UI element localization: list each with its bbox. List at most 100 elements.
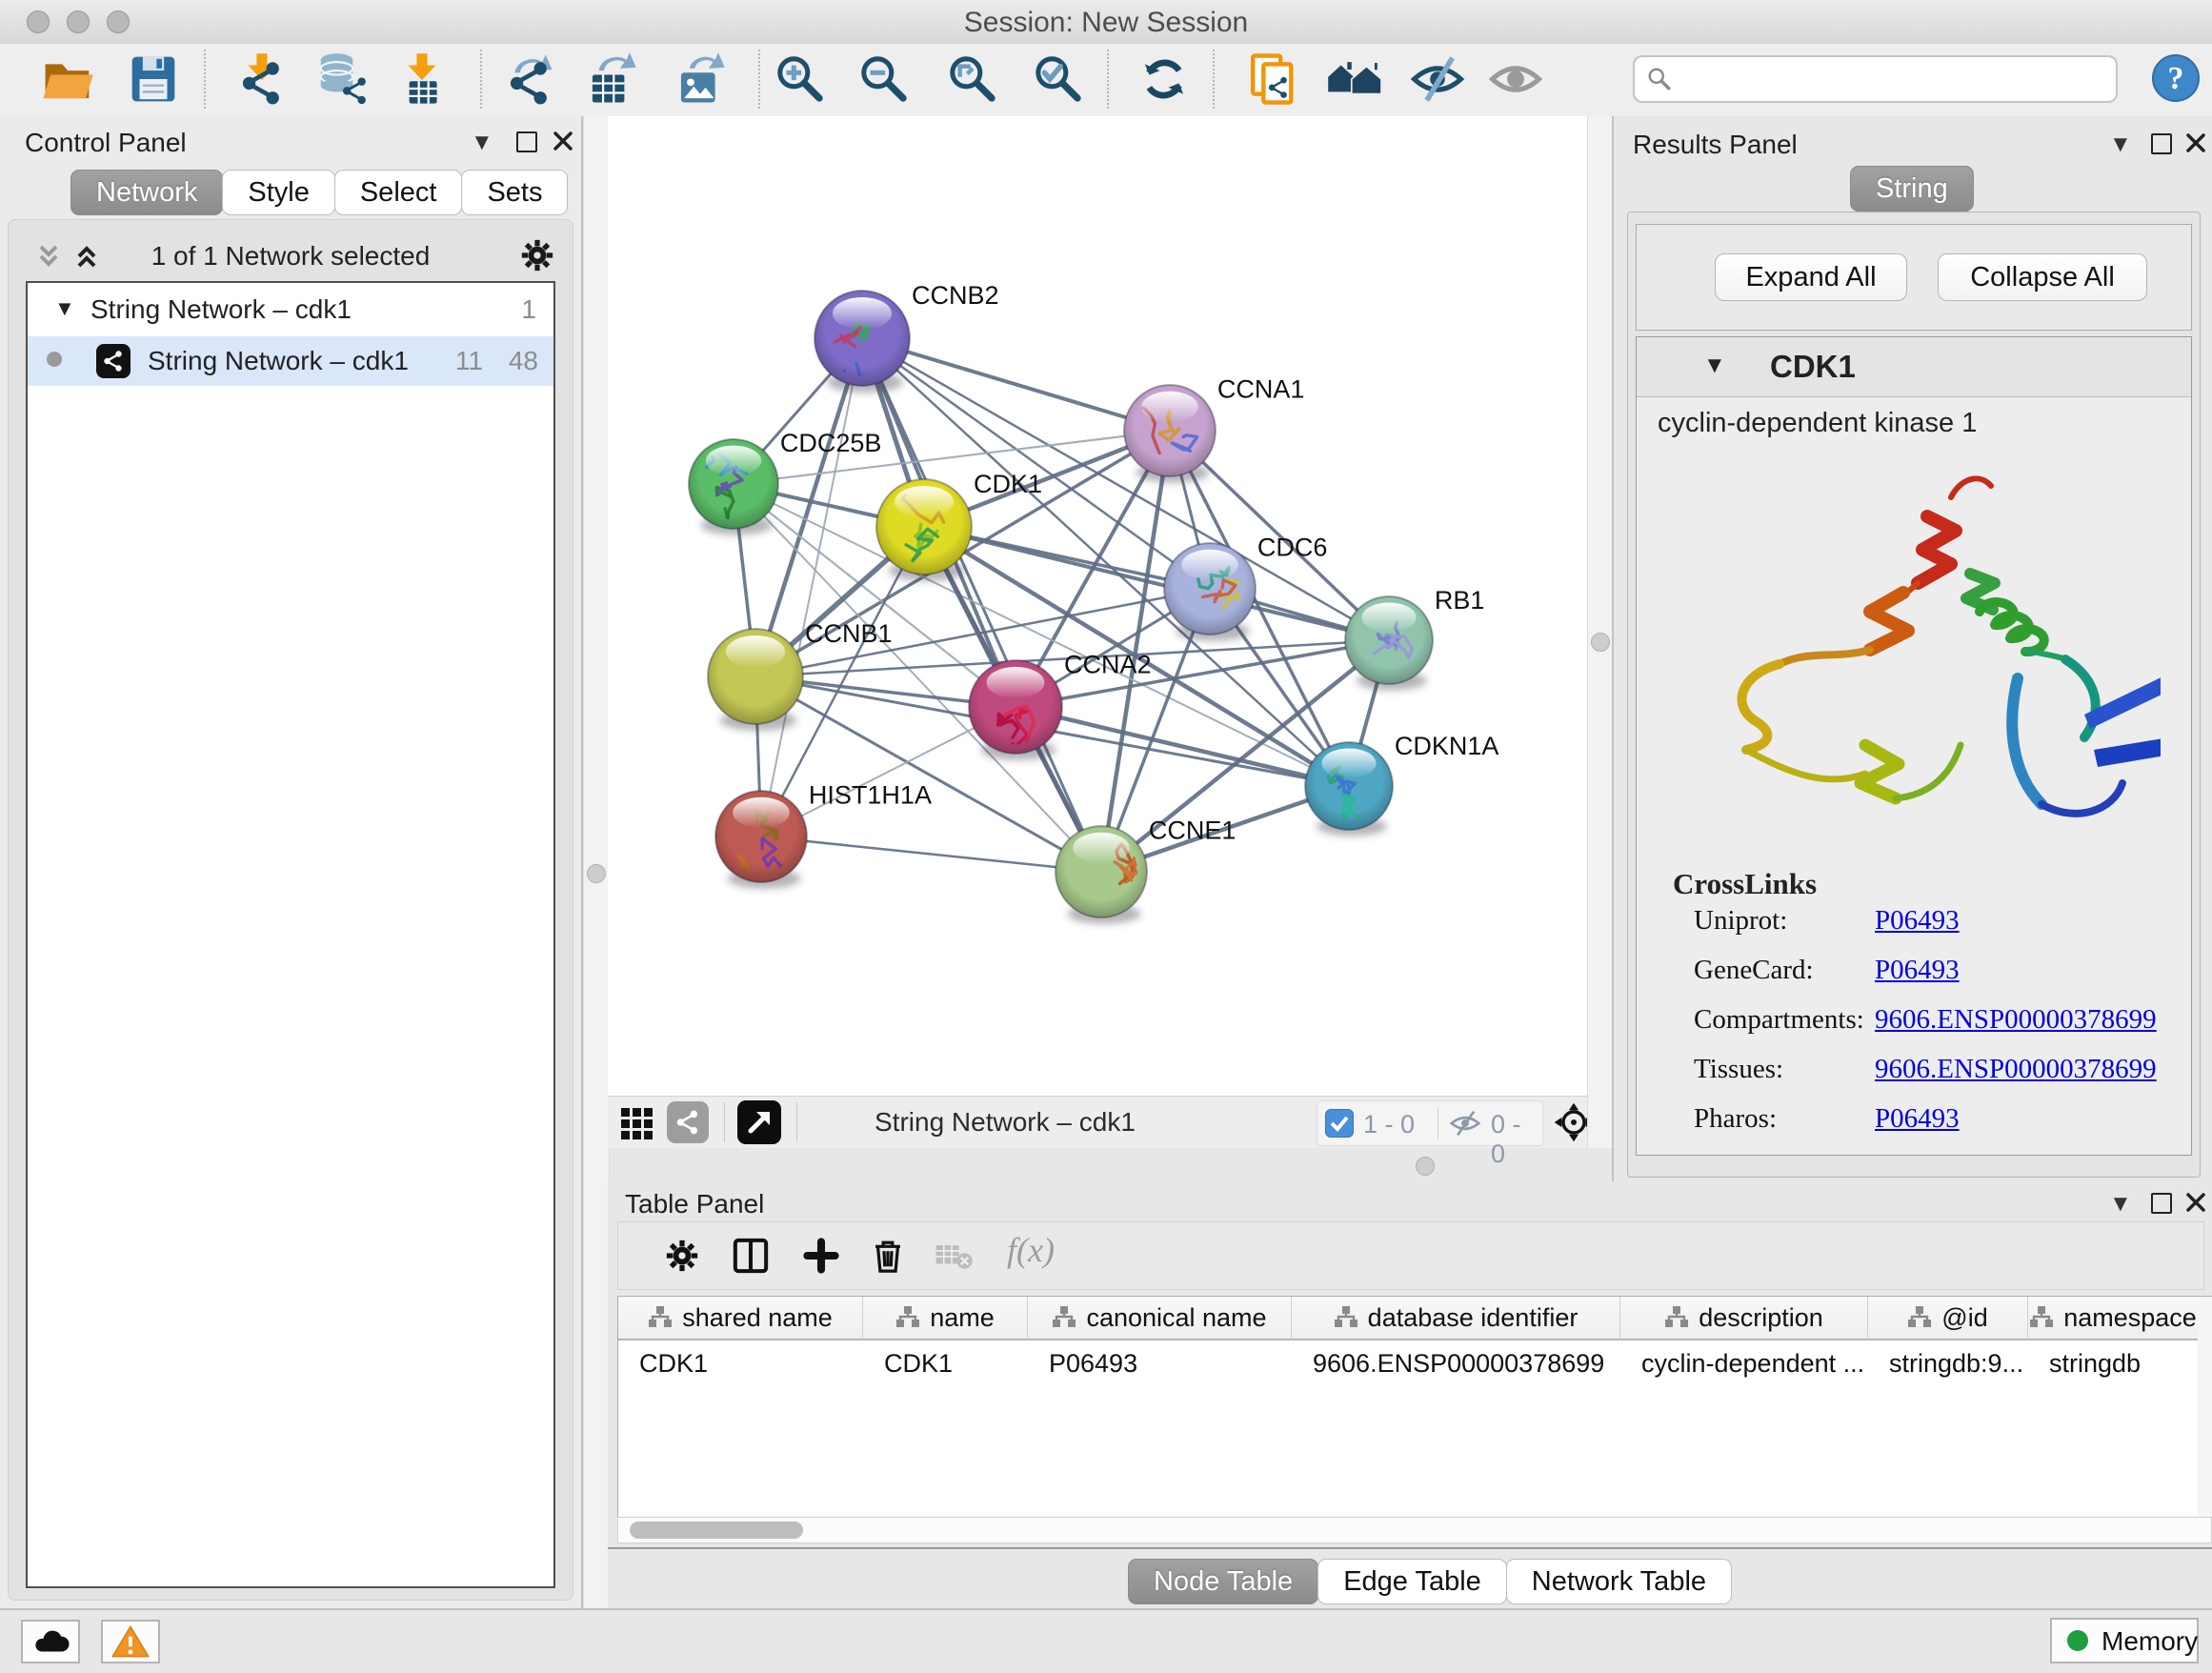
control-panel-float-icon[interactable] [516, 131, 537, 152]
node-CDKN1A[interactable] [1305, 742, 1393, 836]
delete-column-trash-icon[interactable] [868, 1236, 908, 1276]
node-RB1[interactable] [1345, 596, 1433, 690]
detach-view-icon[interactable] [737, 1100, 781, 1144]
column-header-canonical-name[interactable]: canonical name [1028, 1297, 1292, 1340]
tab-edge-table[interactable]: Edge Table [1317, 1559, 1507, 1604]
zoom-fit-icon[interactable] [945, 51, 1000, 107]
column-header-name[interactable]: name [863, 1297, 1028, 1340]
zoom-selected-icon[interactable] [1031, 51, 1086, 107]
right-splitter-grip[interactable] [1591, 633, 1610, 652]
cell-name[interactable]: CDK1 [863, 1342, 1028, 1384]
node-CDK1[interactable] [876, 479, 972, 581]
left-splitter-grip[interactable] [587, 864, 606, 883]
hide-selected-eye-icon[interactable] [1410, 51, 1465, 107]
crosslink-value[interactable]: P06493 [1875, 955, 1960, 986]
cell-@id[interactable]: stringdb:9... [1868, 1342, 2028, 1384]
cell-namespace[interactable]: stringdb [2028, 1342, 2199, 1384]
node-CDC25B[interactable] [689, 439, 778, 535]
network-collection-row[interactable]: ▼ String Network – cdk1 1 [28, 287, 553, 334]
table-horizontal-scrollbar[interactable] [617, 1517, 2212, 1543]
export-network-icon[interactable] [502, 51, 557, 107]
node-HIST1H1A[interactable] [715, 791, 807, 889]
save-session-icon[interactable] [126, 51, 181, 107]
node-CCNB2[interactable] [814, 291, 910, 395]
control-panel-close-icon[interactable] [553, 131, 573, 151]
results-tab-string[interactable]: String [1850, 166, 1974, 212]
zoom-out-icon[interactable] [856, 51, 912, 107]
control-panel-menu-icon[interactable]: ▼ [471, 130, 493, 156]
crosslink-value[interactable]: 9606.ENSP00000378699 [1875, 1054, 2157, 1085]
left-splitter[interactable] [583, 116, 610, 1608]
table-panel-menu-icon[interactable]: ▼ [2109, 1191, 2132, 1218]
table-hscroll-thumb[interactable] [630, 1522, 803, 1539]
add-column-icon[interactable] [801, 1236, 841, 1276]
expand-all-button[interactable]: Expand All [1715, 253, 1907, 301]
results-panel-close-icon[interactable] [2185, 132, 2206, 153]
table-vertical-scrollbar[interactable] [2198, 1296, 2212, 1519]
tab-node-table[interactable]: Node Table [1128, 1559, 1318, 1604]
column-header-shared-name[interactable]: shared name [618, 1297, 863, 1340]
node-CCNB1[interactable] [708, 629, 803, 731]
table-panel-float-icon[interactable] [2151, 1193, 2172, 1214]
export-table-icon[interactable] [584, 51, 639, 107]
gene-section-header[interactable]: ▼ CDK1 [1637, 337, 2191, 397]
crosslink-value[interactable]: P06493 [1875, 905, 1960, 937]
edge-CCNB2-HIST1H1A[interactable] [761, 338, 862, 836]
selected-checkbox-icon[interactable] [1325, 1109, 1354, 1138]
column-header-@id[interactable]: @id [1868, 1297, 2028, 1340]
import-table-icon[interactable] [394, 51, 450, 107]
export-image-icon[interactable] [673, 51, 728, 107]
delete-table-icon[interactable] [935, 1240, 975, 1274]
warning-status-button[interactable] [101, 1620, 160, 1663]
hidden-eye-icon[interactable] [1449, 1109, 1481, 1138]
refresh-icon[interactable] [1136, 51, 1192, 107]
tab-style[interactable]: Style [222, 170, 334, 215]
open-session-icon[interactable] [40, 51, 95, 107]
column-header-description[interactable]: description [1620, 1297, 1868, 1340]
results-panel-float-icon[interactable] [2151, 133, 2172, 154]
crosslink-value[interactable]: P06493 [1875, 1103, 1960, 1135]
memory-button[interactable]: Memory [2050, 1618, 2199, 1663]
node-CCNE1[interactable] [1056, 826, 1147, 924]
tab-sets[interactable]: Sets [461, 170, 568, 215]
cell-canonical-name[interactable]: P06493 [1028, 1342, 1292, 1384]
results-panel-menu-icon[interactable]: ▼ [2109, 131, 2132, 158]
node-CCNA1[interactable] [1124, 385, 1216, 483]
cell-description[interactable]: cyclin-dependent ... [1620, 1342, 1868, 1384]
search-input[interactable] [1680, 59, 2103, 97]
network-options-gear-icon[interactable] [517, 235, 557, 275]
tab-select[interactable]: Select [334, 170, 463, 215]
edge-CCNA2-CDKN1A[interactable] [1016, 707, 1349, 786]
function-builder-icon[interactable]: f(x) [1007, 1230, 1055, 1270]
help-icon[interactable]: ? [2151, 53, 2201, 103]
collection-expand-icon[interactable]: ▼ [54, 296, 75, 321]
cell-database-identifier[interactable]: 9606.ENSP00000378699 [1292, 1342, 1620, 1384]
zoom-in-icon[interactable] [773, 51, 828, 107]
show-all-eye-icon[interactable] [1488, 51, 1543, 107]
show-columns-icon[interactable] [731, 1236, 771, 1276]
horizontal-splitter-grip[interactable] [1416, 1157, 1435, 1176]
gene-collapse-icon[interactable]: ▼ [1703, 353, 1726, 379]
grid-view-icon[interactable] [619, 1104, 657, 1142]
first-neighbors-icon[interactable] [1326, 51, 1381, 107]
table-panel-close-icon[interactable] [2185, 1192, 2206, 1213]
tab-network-table[interactable]: Network Table [1506, 1559, 1732, 1604]
node-CCNA2[interactable] [969, 660, 1062, 760]
right-splitter[interactable] [1587, 116, 1614, 1148]
network-row[interactable]: String Network – cdk1 11 48 [28, 336, 553, 386]
node-CDC6[interactable] [1164, 543, 1256, 641]
column-header-database-identifier[interactable]: database identifier [1292, 1297, 1620, 1340]
cloud-status-button[interactable] [21, 1620, 80, 1663]
share-view-icon[interactable] [667, 1101, 709, 1143]
cell-shared-name[interactable]: CDK1 [618, 1342, 863, 1384]
clone-network-icon[interactable] [1242, 51, 1297, 107]
import-network-database-icon[interactable] [313, 51, 369, 107]
network-canvas[interactable]: CCNB2CCNA1CDC25BCDK1CDC6RB1CCNB1CCNA2CDK… [608, 116, 1587, 1148]
column-header-namespace[interactable]: namespace [2028, 1297, 2199, 1340]
table-options-gear-icon[interactable] [662, 1236, 702, 1276]
collapse-all-button[interactable]: Collapse All [1938, 253, 2147, 301]
import-network-icon[interactable] [234, 51, 290, 107]
network-graph[interactable]: CCNB2CCNA1CDC25BCDK1CDC6RB1CCNB1CCNA2CDK… [608, 116, 1587, 1097]
tab-network[interactable]: Network [70, 170, 223, 215]
crosslink-value[interactable]: 9606.ENSP00000378699 [1875, 1004, 2157, 1036]
